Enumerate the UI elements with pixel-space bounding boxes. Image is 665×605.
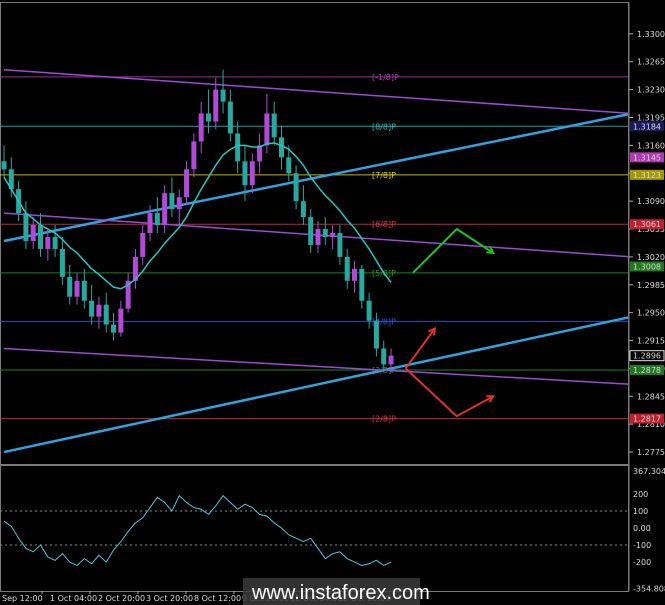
x-tick-label: 8 Oct 12:00 (194, 594, 241, 603)
x-tick-label: 3 Oct 20:00 (146, 594, 193, 603)
oscillator-y-tick-label: -354.8084 (633, 584, 665, 593)
oscillator-y-tick-label: -100 (633, 541, 651, 550)
chart-root: [-1/8]P[8/8]P[7/8]P[6/8]P[5/8]P[4/8]P[3/… (0, 0, 665, 605)
oscillator-frame (0, 465, 629, 592)
oscillator-y-tick-label: 100 (633, 507, 648, 516)
x-tick-label: 1 Oct 04:00 (50, 594, 97, 603)
oscillator-y-tick-label: 367.3047 (633, 467, 665, 476)
oscillator-chart: 367.3047 200 100 0.00 -100 -200 -354.8084 Sep 1… (0, 465, 665, 605)
oscillator-y-tick-label: 200 (633, 490, 648, 499)
x-tick-label: Sep 12:00 (2, 594, 43, 603)
x-tick-label: 2 Oct 20:00 (98, 594, 145, 603)
oscillator-line (3, 494, 392, 567)
oscillator-y-tick-label: 0.00 (633, 524, 651, 533)
oscillator-y-tick-label: -200 (633, 558, 651, 567)
watermark-text: www.instaforex.com (251, 582, 430, 604)
